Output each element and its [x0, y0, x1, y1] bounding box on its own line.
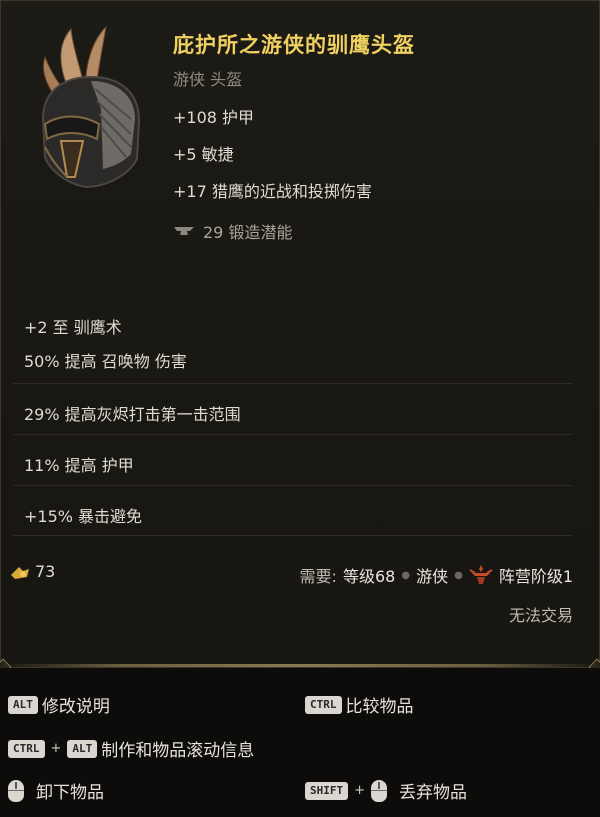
gold-value-text: 73	[35, 562, 56, 581]
dot-separator: ●	[454, 569, 463, 581]
plus-sign: +	[354, 783, 366, 798]
requirements: 需要: 等级68 ● 游侠 ● 阵营阶级1	[300, 563, 573, 587]
anvil-icon	[174, 227, 194, 235]
shift-key: SHIFT	[305, 781, 349, 800]
control-hints: ALT 修改说明 CTRL 比较物品 CTRL + ALT 制作和物品滚动信息 …	[0, 668, 600, 817]
gold-value: 73	[9, 562, 55, 581]
hint-compare-items[interactable]: CTRL 比较物品	[305, 692, 414, 717]
hint-modify-description[interactable]: ALT 修改说明	[8, 692, 110, 717]
stat-armor: +108 护甲	[173, 108, 255, 127]
requirement-faction: 阵营阶级1	[498, 567, 573, 586]
affix-crit-avoidance: +15% 暴击避免	[24, 507, 143, 526]
divider	[13, 383, 573, 384]
hint-unequip-item[interactable]: 卸下物品	[8, 778, 104, 803]
dot-separator: ●	[401, 569, 411, 581]
hint-label: 比较物品	[345, 697, 414, 717]
hint-label: 卸下物品	[36, 783, 104, 803]
gold-icon	[11, 566, 29, 579]
affix-ember-strike-area: 29% 提高灰烬打击第一击范围	[24, 405, 241, 424]
affix-falconry: +2 至 驯鹰术	[24, 318, 122, 337]
hint-craft-scroll[interactable]: CTRL + ALT 制作和物品滚动信息	[8, 736, 254, 761]
requirement-class: 游侠	[416, 567, 449, 586]
hint-label: 修改说明	[41, 697, 110, 717]
faction-crest-icon	[469, 565, 493, 584]
mouse-icon	[371, 779, 388, 802]
forge-potential: 29 锻造潜能	[173, 219, 292, 243]
ctrl-key: CTRL	[8, 739, 45, 758]
alt-key: ALT	[67, 739, 98, 758]
divider	[13, 535, 573, 536]
helmet-icon	[41, 25, 141, 189]
mouse-icon	[8, 779, 24, 802]
item-type: 游侠 头盔	[173, 70, 243, 89]
stat-falcon-damage: +17 猎鹰的近战和投掷伤害	[173, 182, 372, 201]
item-tooltip: 庇护所之游侠的驯鹰头盔 游侠 头盔 +108 护甲 +5 敏捷 +17 猎鹰的近…	[0, 0, 600, 676]
hint-label: 丢弃物品	[399, 783, 468, 803]
hint-discard-item[interactable]: SHIFT + 丢弃物品	[305, 778, 467, 803]
divider	[13, 485, 573, 486]
affix-armor: 11% 提高 护甲	[24, 456, 134, 475]
forge-potential-text: 29 锻造潜能	[203, 223, 293, 242]
affix-minion-damage: 50% 提高 召唤物 伤害	[24, 352, 187, 371]
requirement-label: 需要:	[299, 567, 337, 586]
item-name: 庇护所之游侠的驯鹰头盔	[173, 33, 415, 57]
plus-sign: +	[50, 741, 62, 756]
hint-label: 制作和物品滚动信息	[101, 741, 255, 761]
untradable-label: 无法交易	[508, 606, 573, 625]
requirement-level: 等级68	[342, 567, 396, 586]
ctrl-key: CTRL	[305, 695, 342, 714]
alt-key: ALT	[8, 695, 38, 714]
divider	[13, 434, 573, 435]
stat-dexterity: +5 敏捷	[173, 145, 234, 164]
